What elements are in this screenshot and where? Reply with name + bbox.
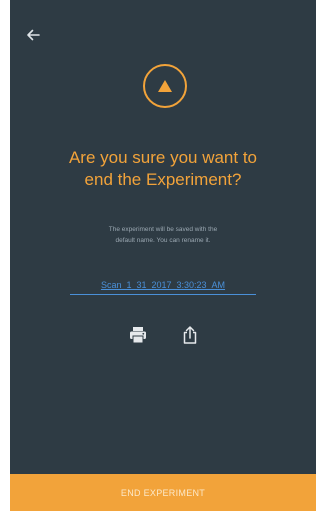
action-icons [10,322,316,350]
share-icon [183,326,197,344]
dialog-title: Are you sure you want to end the Experim… [10,147,316,191]
back-button[interactable] [22,24,44,46]
warning-circle [143,64,187,108]
print-icon [130,327,146,344]
dialog-description: The experiment will be saved with the de… [10,224,316,246]
arrow-left-icon [27,29,40,41]
share-button[interactable] [177,322,203,348]
print-button[interactable] [125,322,151,348]
dialog-description-line-1: The experiment will be saved with the [108,226,218,233]
dialog-title-line-2: end the Experiment? [84,170,242,189]
dialog-description-line-2: default name. You can rename it. [115,237,211,244]
experiment-name-field[interactable] [70,276,256,295]
warning-triangle-icon [158,80,172,92]
end-experiment-button[interactable]: END EXPERIMENT [10,474,316,511]
end-experiment-screen: Are you sure you want to end the Experim… [10,0,316,511]
dialog-title-line-1: Are you sure you want to [68,148,258,167]
